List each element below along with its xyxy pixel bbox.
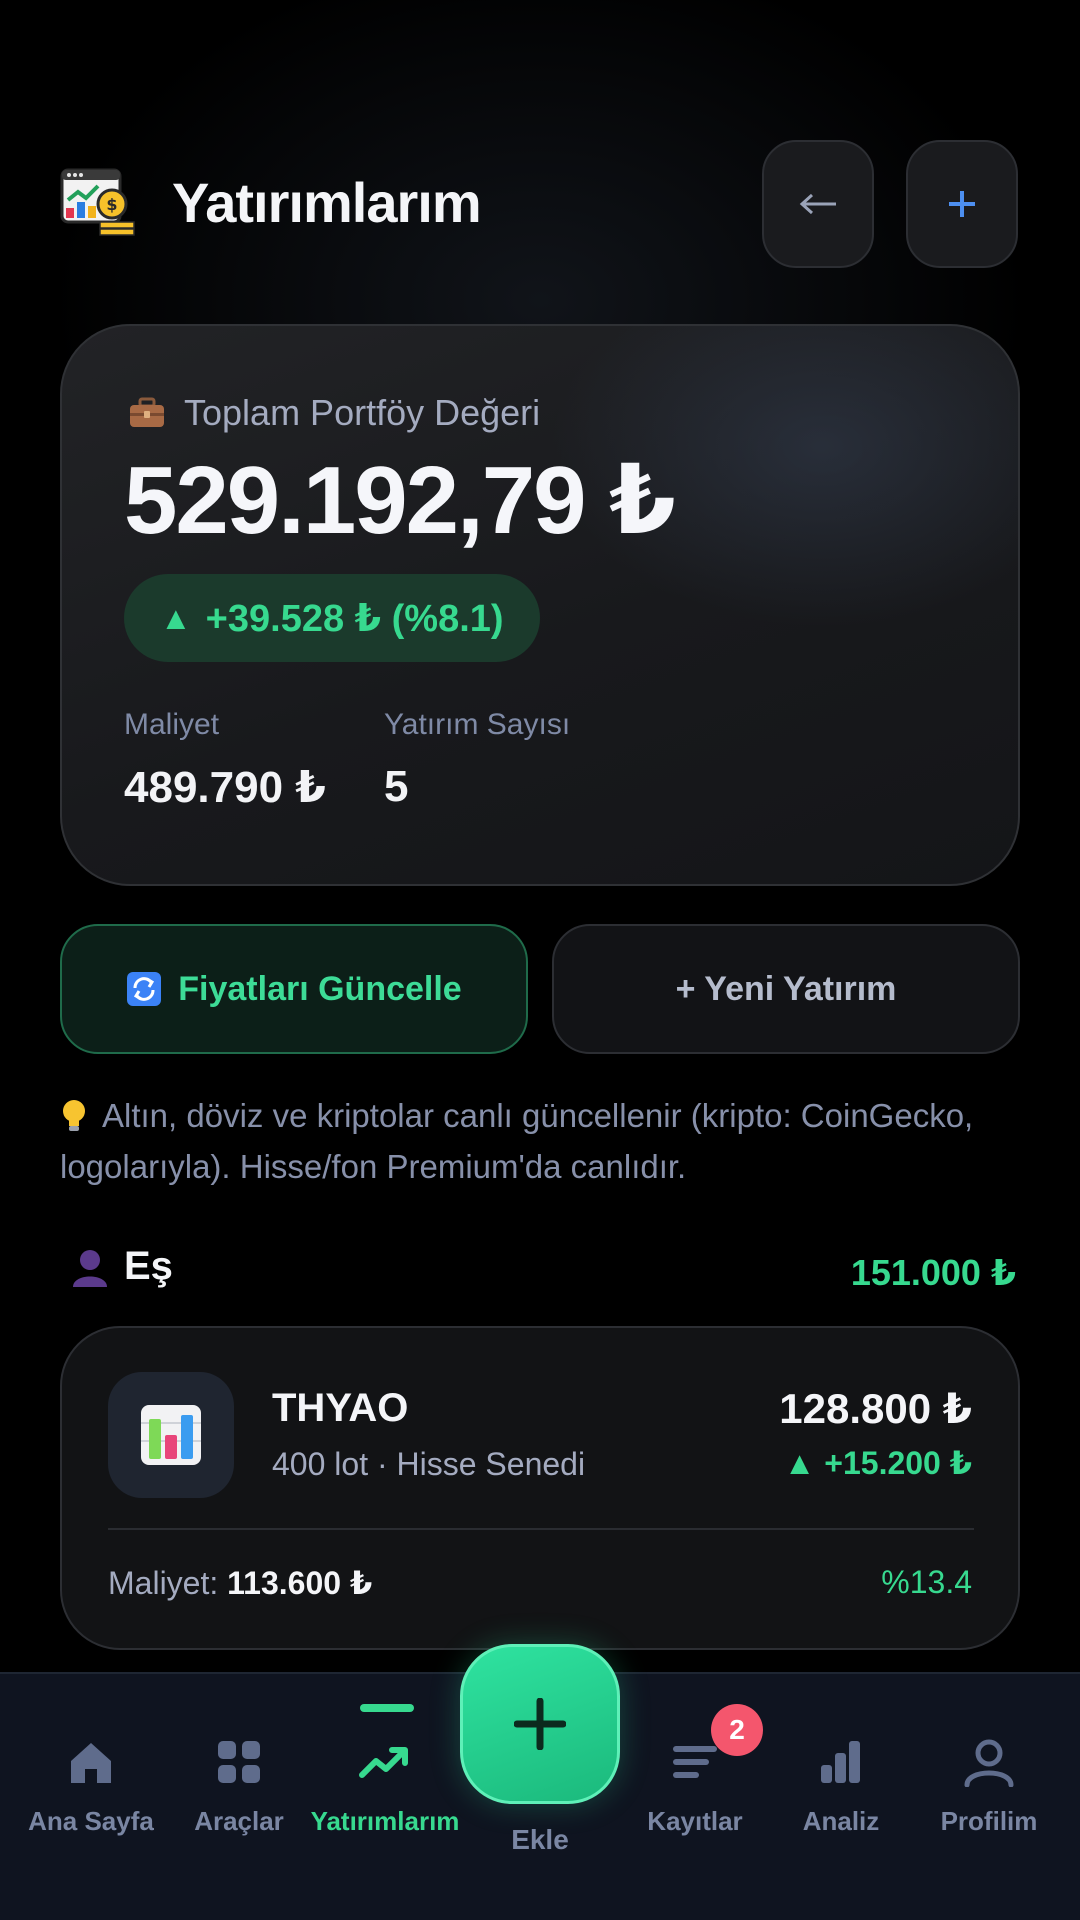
cost-label: Maliyet	[124, 708, 220, 741]
portfolio-change-text: +39.528 ₺ (%8.1)	[205, 597, 504, 640]
add-button[interactable]	[906, 140, 1018, 268]
refresh-prices-label: Fiyatları Güncelle	[178, 969, 462, 1008]
investment-percent: %13.4	[881, 1564, 972, 1600]
refresh-icon	[127, 972, 162, 1006]
investment-subtitle: 400 lot · Hisse Senedi	[272, 1446, 586, 1482]
notification-badge: 2	[711, 1704, 763, 1756]
nav-label: Araçlar	[194, 1806, 284, 1836]
bar-chart-icon	[821, 1741, 860, 1783]
nav-label: Kayıtlar	[647, 1806, 743, 1836]
group-header: Eş 151.000 ₺	[70, 1244, 1016, 1304]
page-title: Yatırımlarım	[172, 171, 482, 234]
nav-label: Yatırımlarım	[310, 1806, 460, 1836]
trend-up-icon	[359, 1747, 408, 1778]
portfolio-change-badge: ▲ +39.528 ₺ (%8.1)	[124, 574, 540, 662]
new-investment-label: + Yeni Yatırım	[675, 969, 897, 1008]
triangle-up-icon: ▲	[160, 599, 192, 636]
nav-label: Analiz	[802, 1806, 880, 1836]
investment-cost: Maliyet: 113.600 ₺	[108, 1564, 372, 1602]
refresh-prices-button[interactable]: Fiyatları Güncelle	[60, 924, 528, 1054]
cost-value: 489.790 ₺	[124, 763, 326, 812]
nav-item-tools[interactable]: Araçlar	[164, 1732, 314, 1852]
header: $ Yatırımlarım	[60, 140, 1020, 270]
portfolio-summary-card: Toplam Portföy Değeri 529.192,79 ₺ ▲ +39…	[60, 324, 1020, 886]
nav-item-home[interactable]: Ana Sayfa	[16, 1732, 166, 1852]
portfolio-label-text: Toplam Portföy Değeri	[184, 392, 541, 433]
investment-gain: ▲ +15.200 ₺	[783, 1445, 972, 1481]
new-investment-button[interactable]: + Yeni Yatırım	[552, 924, 1020, 1054]
investment-count-value: 5	[384, 762, 409, 811]
grid-icon	[218, 1741, 260, 1783]
group-name: Eş	[70, 1244, 173, 1289]
investment-cost-label: Maliyet:	[108, 1565, 219, 1601]
add-fab-button[interactable]	[460, 1644, 620, 1804]
home-icon	[71, 1743, 111, 1783]
back-button[interactable]	[762, 140, 874, 268]
person-silhouette-icon	[73, 1249, 107, 1287]
nav-label: Profilim	[940, 1806, 1038, 1836]
lightbulb-icon	[63, 1100, 85, 1131]
fab-label: Ekle	[511, 1824, 569, 1855]
nav-label: Ana Sayfa	[28, 1806, 154, 1836]
group-total: 151.000 ₺	[850, 1252, 1016, 1293]
investment-name: THYAO	[272, 1386, 409, 1430]
investment-app-icon: $	[60, 168, 136, 240]
user-icon	[964, 1739, 1014, 1787]
list-icon	[673, 1746, 717, 1778]
investment-count-label: Yatırım Sayısı	[384, 708, 571, 741]
stock-logo	[108, 1372, 234, 1498]
svg-text:$: $	[106, 195, 117, 214]
nav-item-analysis[interactable]: Analiz	[766, 1732, 916, 1852]
investment-cost-value: 113.600 ₺	[227, 1565, 373, 1601]
nav-item-profile[interactable]: Profilim	[914, 1732, 1064, 1852]
portfolio-total-value: 529.192,79 ₺	[124, 447, 676, 554]
investment-value: 128.800 ₺	[779, 1385, 972, 1432]
info-note: Altın, döviz ve kriptolar canlı güncelle…	[60, 1090, 1020, 1192]
plus-icon	[514, 1698, 566, 1750]
info-text: Altın, döviz ve kriptolar canlı güncelle…	[60, 1097, 974, 1185]
briefcase-icon	[130, 397, 164, 427]
bar-chart-emoji-icon	[141, 1405, 201, 1465]
portfolio-label: Toplam Portföy Değeri	[128, 392, 540, 434]
divider	[108, 1528, 974, 1530]
group-name-text: Eş	[124, 1244, 173, 1288]
active-tab-indicator	[360, 1704, 414, 1712]
nav-item-investments[interactable]: Yatırımlarım	[310, 1732, 460, 1852]
investment-card[interactable]: THYAO 400 lot · Hisse Senedi 128.800 ₺ ▲…	[60, 1326, 1020, 1650]
plus-icon	[949, 191, 975, 217]
arrow-left-icon	[799, 193, 836, 215]
